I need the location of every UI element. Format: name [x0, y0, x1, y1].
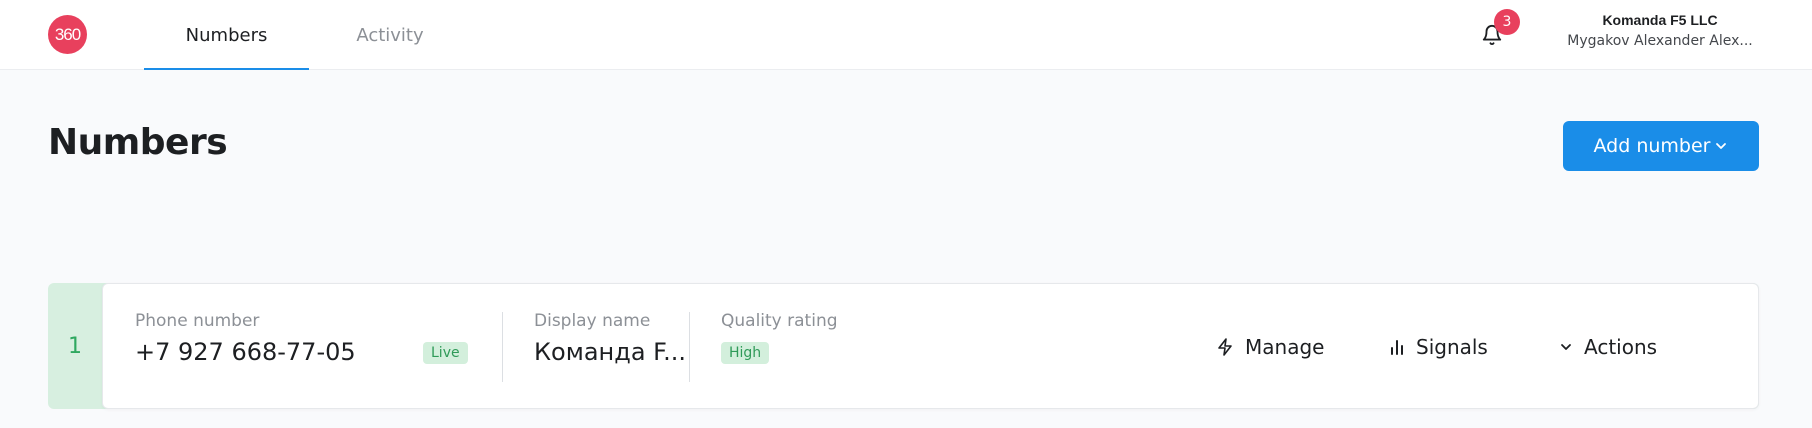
phone-number-value: +7 927 668-77-05 [135, 338, 356, 366]
actions-dropdown[interactable]: Actions [1558, 332, 1657, 362]
chevron-down-icon [1561, 344, 1571, 350]
logo-text: 360 [54, 24, 81, 44]
number-card-body: Phone number +7 927 668-77-05 Live Displ… [102, 283, 1759, 409]
bar-chart-icon [1391, 340, 1403, 355]
chevron-down-icon [1716, 143, 1727, 149]
page-title: Numbers [48, 122, 228, 163]
organization-name: Komanda F5 LLC [1602, 12, 1718, 28]
user-name: Mygakov Alexander Alex... [1567, 33, 1753, 49]
account-menu[interactable]: Komanda F5 LLC Mygakov Alexander Alex... [1560, 10, 1760, 52]
number-card: 1 Phone number +7 927 668-77-05 Live Dis… [48, 283, 1759, 409]
tab-activity-label: Activity [356, 24, 424, 46]
add-number-label: Add number [1593, 135, 1711, 157]
add-number-button[interactable]: Add number [1563, 121, 1759, 171]
tab-activity[interactable]: Activity [330, 0, 450, 70]
signals-label: Signals [1416, 335, 1488, 359]
divider [689, 312, 690, 382]
actions-label: Actions [1584, 335, 1658, 359]
status-badge: Live [423, 342, 468, 364]
manage-button[interactable]: Manage [1215, 332, 1324, 362]
number-index: 1 [48, 283, 102, 409]
display-name-label: Display name [534, 311, 651, 331]
manage-label: Manage [1245, 335, 1325, 359]
top-navigation-bar: 360 Numbers Activity 3 Komanda F5 LLC My… [0, 0, 1812, 70]
phone-number-label: Phone number [135, 311, 260, 331]
tab-numbers-label: Numbers [185, 24, 268, 46]
lightning-icon [1218, 338, 1232, 356]
divider [502, 312, 503, 382]
signals-button[interactable]: Signals [1388, 332, 1488, 362]
number-index-value: 1 [68, 333, 82, 359]
brand-logo[interactable]: 360 [48, 15, 87, 54]
quality-rating-badge: High [721, 342, 770, 364]
quality-rating-label: Quality rating [721, 311, 838, 331]
display-name-value: Команда F... [534, 338, 686, 366]
tab-numbers[interactable]: Numbers [144, 0, 309, 70]
notification-count-badge: 3 [1494, 9, 1520, 35]
notification-count: 3 [1502, 14, 1512, 30]
